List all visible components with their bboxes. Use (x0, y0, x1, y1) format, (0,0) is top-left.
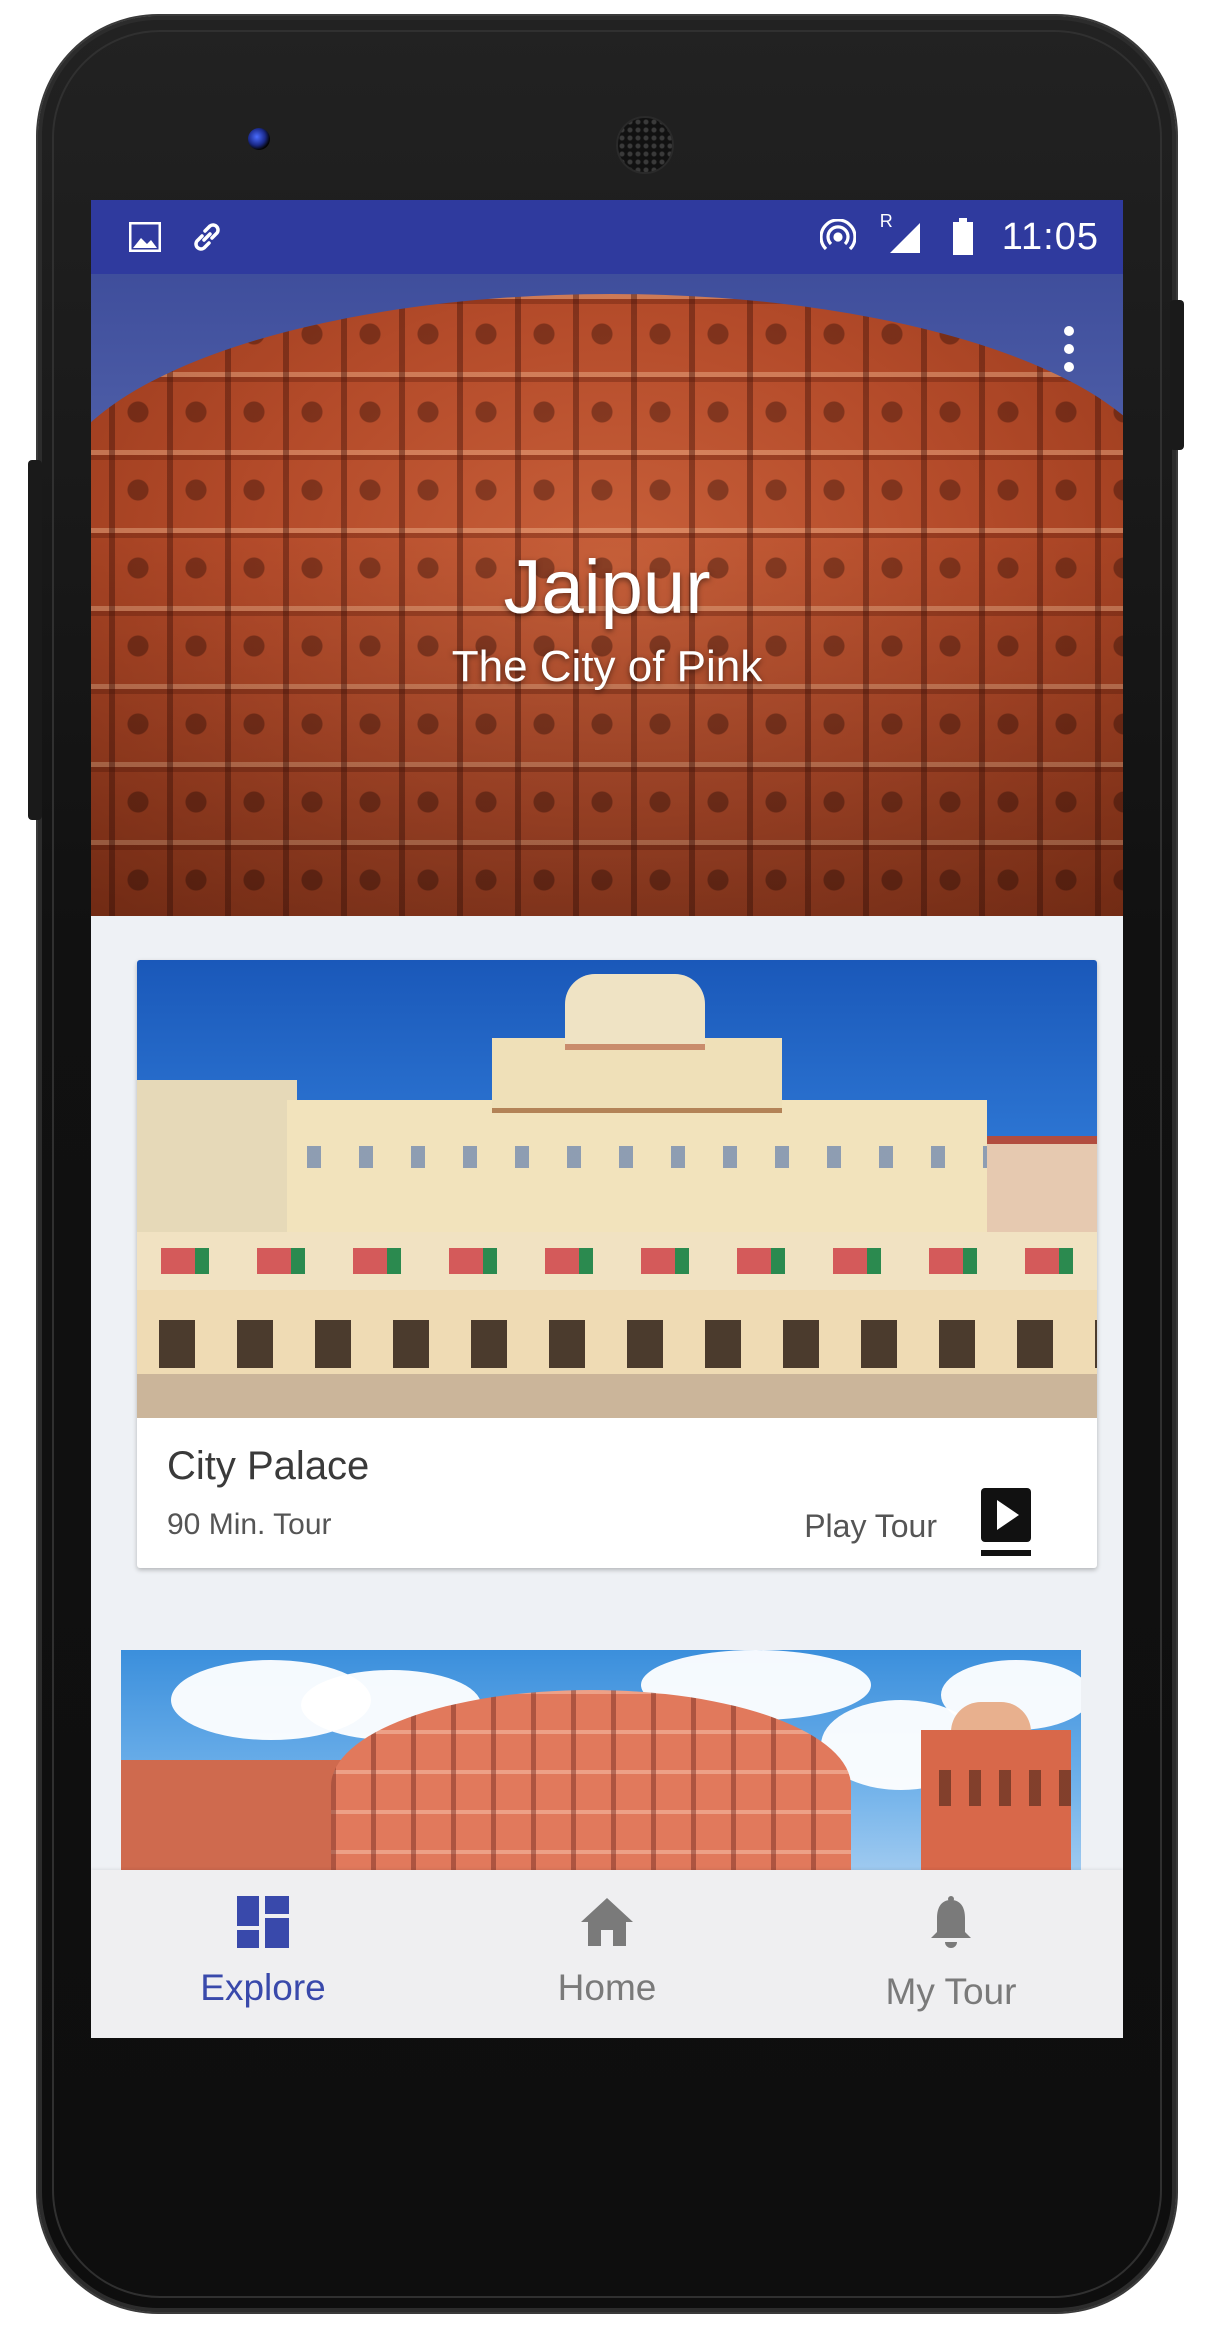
power-button (1170, 300, 1184, 450)
hero-title: Jaipur (503, 545, 711, 630)
signal-icon: R (880, 211, 924, 255)
dashboard-icon (237, 1896, 289, 1953)
bottom-navigation: Explore Home My Tour (91, 1870, 1123, 2038)
status-bar: R 11:05 (91, 200, 1123, 274)
earpiece-speaker (616, 116, 674, 174)
play-icon[interactable] (977, 1486, 1037, 1558)
hero-subtitle: The City of Pink (451, 642, 763, 691)
nav-explore[interactable]: Explore (91, 1870, 435, 2038)
play-tour-label[interactable]: Play Tour (804, 1508, 937, 1545)
volume-button (28, 460, 42, 820)
nav-home-label: Home (557, 1967, 657, 2008)
battery-icon (952, 218, 974, 256)
bell-icon (927, 1896, 975, 1957)
front-camera (248, 128, 270, 150)
link-icon (189, 219, 225, 255)
card-duration: 90 Min. Tour (167, 1508, 332, 1541)
card-title: City Palace (167, 1444, 370, 1488)
hawa-mahal-image (331, 1690, 851, 1890)
nav-my-tour[interactable]: My Tour (779, 1870, 1123, 2038)
image-icon (129, 222, 161, 252)
hotspot-icon (819, 219, 856, 255)
hero-header: Jaipur The City of Pink (91, 274, 1123, 916)
roaming-indicator: R (879, 211, 893, 231)
city-palace-image (137, 960, 1097, 1418)
app-screen: R 11:05 Jaipur The City of Pink City Pal… (91, 200, 1123, 2038)
tour-card-city-palace[interactable]: City Palace 90 Min. Tour Play Tour (137, 960, 1097, 1568)
nav-my-tour-label: My Tour (885, 1971, 1017, 2012)
nav-home[interactable]: Home (435, 1870, 779, 2038)
tour-card-hawa-mahal[interactable] (121, 1650, 1081, 1890)
more-vert-icon[interactable] (1059, 326, 1079, 386)
status-time: 11:05 (1001, 215, 1099, 258)
nav-explore-label: Explore (200, 1967, 326, 2008)
home-icon (579, 1896, 635, 1953)
